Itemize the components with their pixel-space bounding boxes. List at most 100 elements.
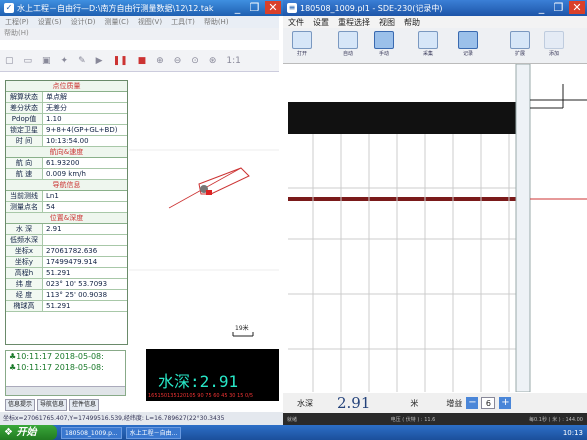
left-menubar: 工程(P) 设置(S) 设计(D) 测量(C) 视图(V) 工具(T) 帮助(H… bbox=[0, 16, 279, 28]
extend-icon bbox=[510, 31, 530, 49]
log-scrollbar[interactable] bbox=[6, 386, 125, 395]
right-toolbar: 打开 自动 手动 采集 记录 扩展 添加 bbox=[283, 28, 587, 64]
row-pdop: Pdop值 1.10 bbox=[6, 114, 127, 125]
pen-icon[interactable]: ✎ bbox=[78, 56, 86, 66]
right-window-titlebar[interactable]: ≡ 180508_1009.pl1 - SDE-230(记录中) _ ❐ ✕ bbox=[283, 0, 587, 16]
left-toolbar: ▢ ▭ ▣ ✦ ✎ ▶ ❚❚ ■ ⊕ ⊖ ⊙ ⊛ 1:1 bbox=[0, 50, 279, 72]
taskbar-echo-app[interactable]: 180508_1009.p... bbox=[61, 426, 122, 439]
row-points: 测量点名 54 bbox=[6, 202, 127, 213]
add-button[interactable]: 添加 bbox=[539, 31, 569, 61]
row-time: 时 间 10:13:54.00 bbox=[6, 136, 127, 147]
map-drawing bbox=[129, 149, 279, 337]
row-speed: 航 速 0.009 km/h bbox=[6, 169, 127, 180]
row-diff: 差分状态 无差分 bbox=[6, 103, 127, 114]
close-icon[interactable]: ✕ bbox=[265, 1, 281, 14]
menu-view[interactable]: 视图 bbox=[379, 17, 395, 28]
minimize-icon[interactable]: _ bbox=[535, 1, 548, 14]
status-ready: 就绪 bbox=[287, 416, 298, 423]
row-sats: 锁定卫星 9+8+4(GP+GL+BD) bbox=[6, 125, 127, 136]
taskbar-clock: 10:13 bbox=[562, 428, 583, 437]
scale-bar bbox=[232, 332, 254, 337]
menu-range[interactable]: 重程选择 bbox=[338, 17, 370, 28]
section-pos-depth: 位置&深度 bbox=[6, 213, 127, 224]
menu-design[interactable]: 设计(D) bbox=[71, 17, 96, 27]
gain-increase-button[interactable]: + bbox=[499, 397, 512, 409]
play-icon[interactable]: ▶ bbox=[96, 56, 103, 66]
status-rate: 每0.1秒 ( 米 ) : 144.00 bbox=[529, 416, 583, 423]
open-folder-icon[interactable]: ▭ bbox=[24, 56, 33, 66]
manual-icon bbox=[374, 31, 394, 49]
pause-icon[interactable]: ❚❚ bbox=[113, 56, 128, 66]
map-canvas[interactable]: 19米 bbox=[129, 80, 279, 343]
gain-value[interactable]: 6 bbox=[481, 397, 496, 409]
echo-bottom-line bbox=[288, 197, 516, 201]
echogram-area[interactable] bbox=[283, 64, 587, 392]
row-h: 高程h 51.291 bbox=[6, 268, 127, 279]
add-icon bbox=[544, 31, 564, 49]
left-window-titlebar[interactable]: ✓ 水上工程－自由行—D:\南方自由行测量数据\12\12.tak _ ❐ ✕ bbox=[0, 0, 283, 16]
close-icon[interactable]: ✕ bbox=[569, 1, 585, 14]
vessel-icon bbox=[168, 167, 250, 209]
row-solution: 解算状态 单点解 bbox=[6, 92, 127, 103]
menu-measure[interactable]: 测量(C) bbox=[104, 17, 128, 27]
left-help-bar: 帮助(H) bbox=[0, 28, 279, 40]
settings-icon[interactable]: ✦ bbox=[61, 56, 69, 66]
minimize-icon[interactable]: _ bbox=[231, 1, 244, 14]
auto-button[interactable]: 自动 bbox=[333, 31, 363, 61]
bottom-tabs: 信息提示 导航信息 控件信息 bbox=[5, 399, 130, 411]
menu-settings[interactable]: 设置 bbox=[313, 17, 329, 28]
stop-icon[interactable]: ■ bbox=[138, 56, 147, 66]
gain-decrease-button[interactable]: − bbox=[466, 397, 479, 409]
menu-settings[interactable]: 设置(S) bbox=[38, 17, 62, 27]
echo-app-icon: ≡ bbox=[287, 3, 297, 13]
zoom-out-icon[interactable]: ⊖ bbox=[174, 56, 182, 66]
section-heading-speed: 航向&速度 bbox=[6, 147, 127, 158]
taskbar-survey-app[interactable]: 水上工程－自由... bbox=[125, 426, 182, 439]
depth-value: 2.91 bbox=[337, 394, 371, 412]
zoom-one-to-one-icon[interactable]: 1:1 bbox=[226, 56, 240, 66]
open-icon bbox=[292, 31, 312, 49]
record-button[interactable]: 记录 bbox=[453, 31, 483, 61]
depth-display-value: 水深:2.91 bbox=[158, 372, 239, 391]
collect-button[interactable]: 采集 bbox=[413, 31, 443, 61]
depth-scale-ruler bbox=[515, 64, 531, 392]
menu-view[interactable]: 视图(V) bbox=[138, 17, 162, 27]
row-line: 当前测线 Ln1 bbox=[6, 191, 127, 202]
tab-nav[interactable]: 导航信息 bbox=[37, 399, 68, 411]
zoom-in-icon[interactable]: ⊕ bbox=[156, 56, 164, 66]
restore-icon[interactable]: ❐ bbox=[248, 1, 261, 14]
info-panel: 点位质量 解算状态 单点解 差分状态 无差分 Pdop值 1.10 锁定卫星 9+8+4… bbox=[5, 80, 128, 345]
tab-controls[interactable]: 控件信息 bbox=[69, 399, 100, 411]
extend-button[interactable]: 扩展 bbox=[505, 31, 535, 61]
menu-file[interactable]: 文件 bbox=[288, 17, 304, 28]
menu-help[interactable]: 帮助(H) bbox=[204, 17, 229, 27]
menu-tools[interactable]: 工具(T) bbox=[171, 17, 195, 27]
manual-button[interactable]: 手动 bbox=[369, 31, 399, 61]
menu-project[interactable]: 工程(P) bbox=[5, 17, 29, 27]
log-line: ♣10:11:17 2018-05-08: bbox=[9, 352, 104, 361]
depth-unit: 米 bbox=[410, 398, 419, 408]
new-file-icon[interactable]: ▢ bbox=[5, 56, 14, 66]
tab-info[interactable]: 信息提示 bbox=[5, 399, 36, 411]
row-y: 坐标y 17499479.914 bbox=[6, 257, 127, 268]
depth-display-ticks: 165150135120105 90 75 60 45 30 15 0/5 bbox=[148, 393, 254, 399]
open-button[interactable]: 打开 bbox=[287, 31, 317, 61]
row-ellip: 椭球高 51.291 bbox=[6, 301, 127, 312]
echogram bbox=[288, 64, 587, 392]
row-low-depth: 低频水深 bbox=[6, 235, 127, 246]
zoom-window-icon[interactable]: ⊙ bbox=[191, 56, 199, 66]
depth-label: 水深 bbox=[297, 398, 313, 408]
restore-icon[interactable]: ❐ bbox=[552, 1, 565, 14]
auto-icon bbox=[338, 31, 358, 49]
menu-help[interactable]: 帮助 bbox=[404, 17, 420, 28]
log-line: ♣10:11:17 2018-05-08: bbox=[9, 363, 104, 372]
save-icon[interactable]: ▣ bbox=[42, 56, 51, 66]
windows-logo-icon: ❖ bbox=[4, 427, 13, 438]
scale-label: 19米 bbox=[235, 325, 249, 332]
collect-icon bbox=[418, 31, 438, 49]
start-button[interactable]: ❖ 开始 bbox=[0, 425, 57, 440]
right-window-title: 180508_1009.pl1 - SDE-230(记录中) bbox=[300, 3, 443, 13]
row-heading: 航 向 61.93200 bbox=[6, 158, 127, 169]
left-window-title: 水上工程－自由行—D:\南方自由行测量数据\12\12.tak bbox=[17, 3, 214, 13]
zoom-all-icon[interactable]: ⊛ bbox=[209, 56, 217, 66]
